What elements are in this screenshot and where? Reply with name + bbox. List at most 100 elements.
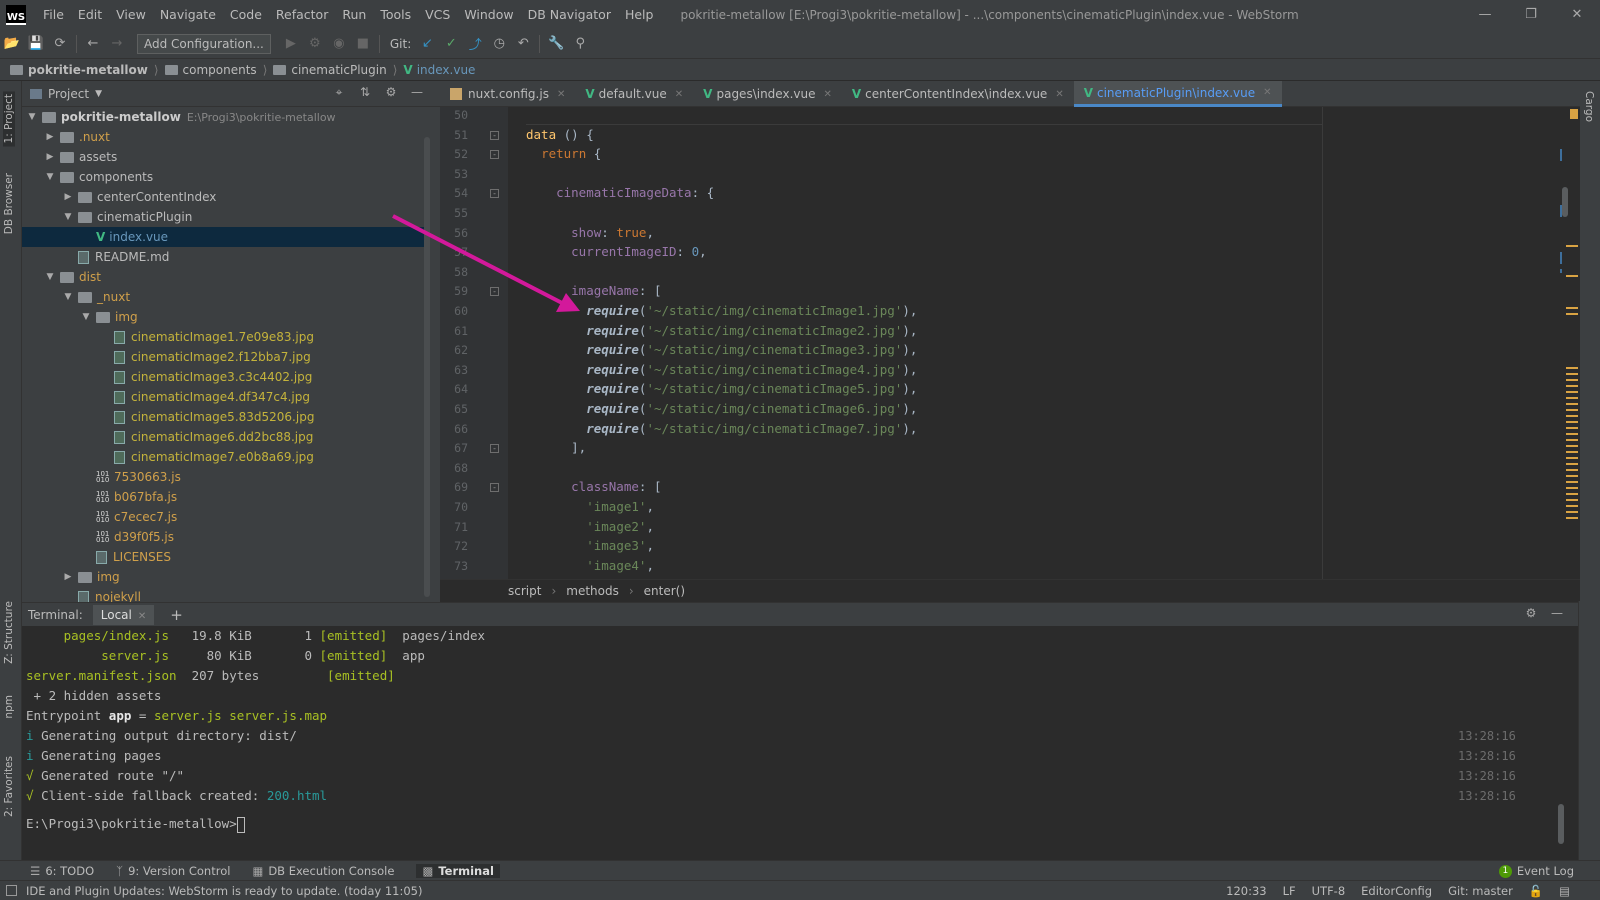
- tree-node[interactable]: ▼ img: [26, 307, 138, 327]
- git-branch-widget[interactable]: Git: master: [1448, 884, 1513, 898]
- error-stripe-mark[interactable]: [1566, 367, 1578, 369]
- error-stripe-mark[interactable]: [1566, 427, 1578, 429]
- error-stripe-mark[interactable]: [1566, 245, 1578, 247]
- close-icon[interactable]: ✕: [675, 89, 683, 100]
- fold-marker-icon[interactable]: -: [490, 444, 499, 454]
- git-commit-icon[interactable]: ✓: [439, 36, 463, 51]
- chevron-right-icon[interactable]: ▶: [62, 192, 74, 202]
- tree-node[interactable]: 101 010 d39f0f5.js: [26, 527, 174, 547]
- tool-tab-todo[interactable]: ☰ 6: TODO: [30, 864, 94, 878]
- change-marker[interactable]: [1560, 149, 1562, 161]
- fold-marker-icon[interactable]: -: [490, 483, 499, 493]
- tool-tab-cargo[interactable]: Cargo: [1583, 91, 1595, 122]
- new-terminal-plus-icon[interactable]: +: [170, 606, 183, 624]
- error-stripe-mark[interactable]: [1566, 445, 1578, 447]
- fold-marker-icon[interactable]: -: [490, 130, 499, 140]
- status-toggle-icon[interactable]: [6, 885, 17, 896]
- gear-icon[interactable]: ⚙: [1518, 606, 1544, 620]
- error-stripe-mark[interactable]: [1566, 505, 1578, 507]
- forward-icon[interactable]: →: [105, 36, 129, 51]
- error-stripe-mark[interactable]: [1566, 457, 1578, 459]
- error-stripe-mark[interactable]: [1566, 499, 1578, 501]
- change-marker[interactable]: [1560, 252, 1562, 264]
- error-stripe-mark[interactable]: [1566, 433, 1578, 435]
- error-stripe-mark[interactable]: [1566, 275, 1578, 277]
- hide-panel-icon[interactable]: —: [1544, 606, 1570, 620]
- status-message[interactable]: IDE and Plugin Updates: WebStorm is read…: [26, 884, 423, 898]
- tool-tab-terminal[interactable]: ▩ Terminal: [416, 863, 500, 878]
- tree-node[interactable]: 101 010 b067bfa.js: [26, 487, 177, 507]
- error-stripe-mark[interactable]: [1566, 391, 1578, 393]
- tree-node[interactable]: ▶ assets: [26, 147, 118, 167]
- editor-scrollbar[interactable]: [1562, 187, 1568, 217]
- error-stripe-mark[interactable]: [1566, 379, 1578, 381]
- error-stripe-mark[interactable]: [1566, 475, 1578, 477]
- error-stripe-mark[interactable]: [1566, 403, 1578, 405]
- error-stripe-mark[interactable]: [1566, 373, 1578, 375]
- close-icon[interactable]: ✕: [138, 611, 146, 622]
- caret-position[interactable]: 120:33: [1226, 884, 1266, 898]
- fold-marker-icon[interactable]: -: [490, 189, 499, 199]
- tool-tab-favorites[interactable]: 2: Favorites: [3, 756, 15, 817]
- tree-node[interactable]: ▼ components: [26, 167, 154, 187]
- error-stripe-mark[interactable]: [1566, 439, 1578, 441]
- tree-node[interactable]: ▼ _nuxt: [26, 287, 131, 307]
- save-all-icon[interactable]: 💾: [24, 36, 48, 51]
- error-stripe-mark[interactable]: [1566, 307, 1578, 309]
- error-stripe-mark[interactable]: [1566, 517, 1578, 519]
- chevron-right-icon[interactable]: ▶: [62, 572, 74, 582]
- stop-icon[interactable]: ■: [351, 36, 375, 51]
- menu-db-navigator[interactable]: DB Navigator: [521, 7, 618, 22]
- menu-run[interactable]: Run: [335, 7, 373, 22]
- tab-cinematic-plugin-index-vue[interactable]: VcinematicPlugin\index.vue ✕: [1073, 81, 1282, 107]
- tree-node[interactable]: 101 010 c7ecec7.js: [26, 507, 177, 527]
- history-icon[interactable]: ◷: [487, 36, 511, 51]
- hide-panel-icon[interactable]: —: [404, 85, 430, 100]
- tree-node[interactable]: README.md: [26, 247, 169, 267]
- coverage-icon[interactable]: ◉: [327, 36, 351, 51]
- rollback-icon[interactable]: ↶: [511, 36, 535, 51]
- tree-node[interactable]: cinematicImage3.c3c4402.jpg: [26, 367, 312, 387]
- chevron-right-icon[interactable]: ▶: [44, 152, 56, 162]
- chevron-down-icon[interactable]: ▼: [44, 172, 56, 182]
- close-icon[interactable]: ✕: [1263, 87, 1271, 98]
- error-stripe-mark[interactable]: [1566, 385, 1578, 387]
- tree-node[interactable]: cinematicImage1.7e09e83.jpg: [26, 327, 314, 347]
- tab-pages-index-vue[interactable]: Vpages\index.vue ✕: [693, 81, 842, 107]
- menu-window[interactable]: Window: [457, 7, 520, 22]
- tree-node[interactable]: ▶ .nuxt: [26, 127, 110, 147]
- tree-node[interactable]: ▶ centerContentIndex: [26, 187, 217, 207]
- editor-crumb-enter[interactable]: enter(): [644, 584, 685, 598]
- error-stripe-mark[interactable]: [1566, 469, 1578, 471]
- chevron-right-icon[interactable]: ▶: [44, 132, 56, 142]
- restore-icon[interactable]: ❐: [1508, 0, 1554, 29]
- tree-node[interactable]: 101 010 7530663.js: [26, 467, 181, 487]
- git-push-icon[interactable]: ⤴: [463, 34, 487, 53]
- locate-file-icon[interactable]: ⌖: [326, 85, 352, 100]
- tool-tab-version-control[interactable]: ᛉ 9: Version Control: [116, 864, 230, 878]
- error-stripe-mark[interactable]: [1566, 493, 1578, 495]
- tree-node[interactable]: cinematicImage4.df347c4.jpg: [26, 387, 310, 407]
- settings-wrench-icon[interactable]: 🔧: [544, 36, 568, 51]
- change-marker[interactable]: [1560, 269, 1562, 273]
- gear-icon[interactable]: ⚙: [378, 85, 404, 100]
- search-everywhere-icon[interactable]: ⚲: [568, 36, 592, 51]
- chevron-down-icon[interactable]: ▼: [80, 312, 92, 322]
- open-folder-icon[interactable]: 📂: [0, 36, 24, 51]
- error-stripe-mark[interactable]: [1566, 481, 1578, 483]
- tree-root[interactable]: ▼ pokritie-metallow E:\Progi3\pokritie-m…: [26, 107, 336, 127]
- git-update-icon[interactable]: ↙: [415, 36, 439, 51]
- lock-icon[interactable]: 🔓: [1529, 884, 1543, 898]
- tree-node[interactable]: cinematicImage5.83d5206.jpg: [26, 407, 314, 427]
- tree-node[interactable]: cinematicImage6.dd2bc88.jpg: [26, 427, 313, 447]
- menu-view[interactable]: View: [109, 7, 153, 22]
- tab-nuxt-config[interactable]: nuxt.config.js ✕: [440, 81, 575, 107]
- line-separator[interactable]: LF: [1283, 884, 1296, 898]
- terminal-prompt[interactable]: E:\Progi3\pokritie-metallow>: [26, 814, 245, 834]
- close-icon[interactable]: ✕: [823, 89, 831, 100]
- terminal-scrollbar[interactable]: [1558, 804, 1564, 844]
- chevron-down-icon[interactable]: ▼: [62, 212, 74, 222]
- menu-code[interactable]: Code: [223, 7, 269, 22]
- error-stripe-mark[interactable]: [1566, 313, 1578, 315]
- terminal-output[interactable]: pages/index.js 19.8 KiB 1 [emitted] page…: [22, 626, 1578, 860]
